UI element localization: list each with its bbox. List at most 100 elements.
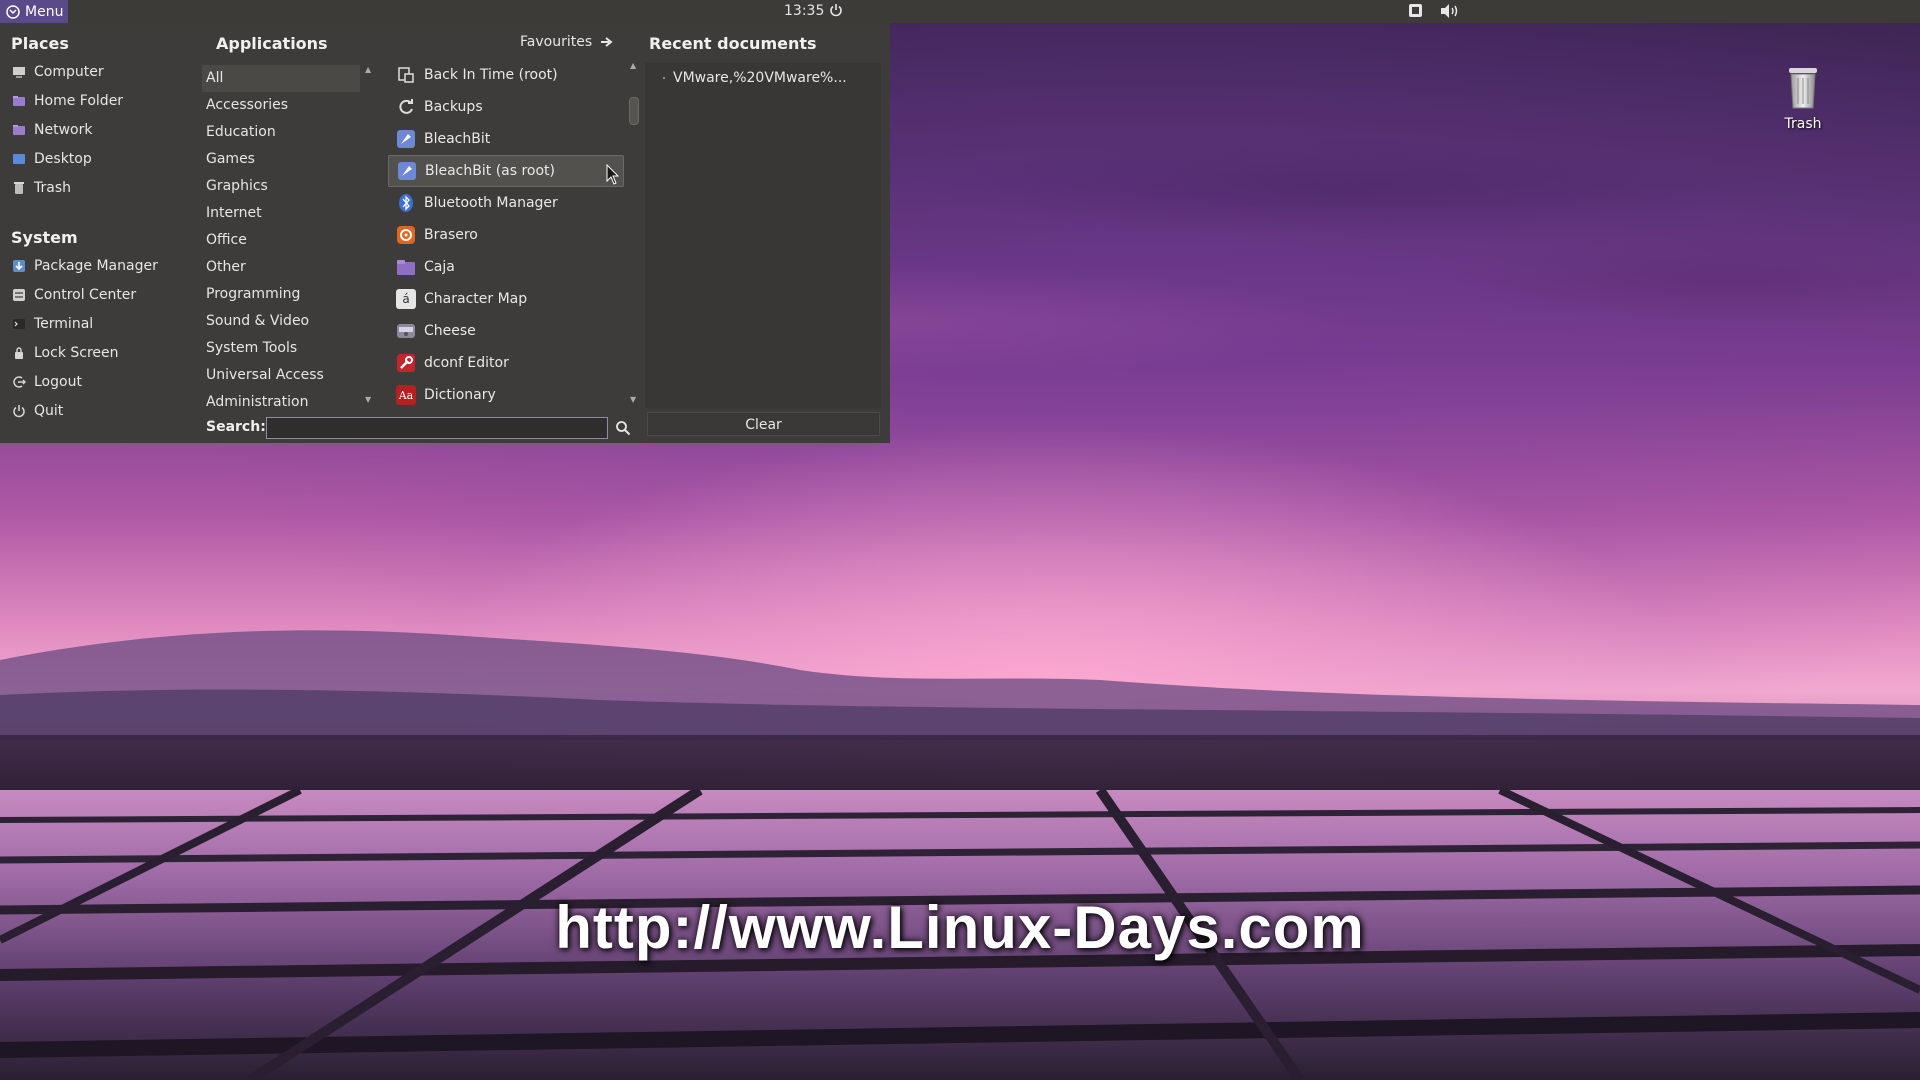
category-education[interactable]: Education: [202, 119, 360, 146]
system-item-terminal[interactable]: Terminal: [0, 309, 200, 338]
places-item-label: Trash: [34, 179, 71, 196]
category-universal-access[interactable]: Universal Access: [202, 362, 360, 389]
app-item-back-in-time[interactable]: Back In Time (root): [388, 59, 624, 91]
category-office[interactable]: Office: [202, 227, 360, 254]
back-in-time-icon: [398, 67, 414, 83]
app-item-brasero[interactable]: Brasero: [388, 219, 624, 251]
mouse-pointer-icon: [606, 164, 620, 185]
volume-icon[interactable]: [1440, 3, 1460, 19]
system-item-logout[interactable]: Logout: [0, 367, 200, 396]
top-panel: Menu 13:35: [0, 0, 1920, 23]
app-item-caja[interactable]: Caja: [388, 251, 624, 283]
application-list: Back In Time (root) Backups BleachBit Bl…: [388, 59, 624, 411]
app-item-bluetooth-manager[interactable]: Bluetooth Manager: [388, 187, 624, 219]
category-internet[interactable]: Internet: [202, 200, 360, 227]
power-icon[interactable]: [829, 3, 843, 17]
menu-button-label: Menu: [25, 3, 64, 20]
backups-icon: [399, 99, 413, 114]
recent-document-item[interactable]: VMware,%20VMware%...: [663, 70, 847, 86]
category-administration[interactable]: Administration: [202, 389, 360, 416]
arrow-right-icon: [601, 37, 613, 47]
app-item-label: Bluetooth Manager: [424, 195, 558, 211]
clock[interactable]: 13:35: [784, 3, 824, 19]
places-item-network[interactable]: Network: [0, 115, 200, 144]
screenshot-tray-icon[interactable]: [1408, 3, 1423, 18]
places-item-label: Computer: [34, 63, 104, 80]
application-scrollbar[interactable]: ▲ ▼: [628, 59, 640, 409]
system-item-lock-screen[interactable]: Lock Screen: [0, 338, 200, 367]
character-map-icon: á: [396, 289, 416, 309]
favourites-button[interactable]: Favourites: [520, 34, 614, 50]
app-item-label: Caja: [424, 259, 455, 275]
app-item-bleachbit[interactable]: BleachBit: [388, 123, 624, 155]
system-item-label: Terminal: [34, 315, 94, 332]
app-item-label: Backups: [424, 99, 483, 115]
category-all[interactable]: All: [202, 65, 360, 92]
package-manager-icon: [13, 259, 25, 272]
recent-documents-list: VMware,%20VMware%...: [645, 63, 881, 408]
control-center-icon: [13, 288, 25, 301]
category-games[interactable]: Games: [202, 146, 360, 173]
scroll-down-arrow-icon[interactable]: ▼: [630, 395, 636, 404]
wallpaper-treeline: [0, 735, 1920, 795]
cheese-icon: [397, 324, 415, 338]
system-title: System: [11, 228, 78, 247]
trash-icon: [1789, 68, 1817, 109]
app-item-label: BleachBit (as root): [425, 163, 556, 179]
places-item-label: Network: [34, 121, 93, 138]
places-item-desktop[interactable]: Desktop: [0, 144, 200, 173]
category-sound-video[interactable]: Sound & Video: [202, 308, 360, 335]
system-item-label: Quit: [34, 402, 64, 419]
system-item-label: Logout: [34, 373, 82, 390]
menu-button[interactable]: Menu: [0, 0, 68, 23]
document-icon: [663, 77, 665, 79]
app-item-label: dconf Editor: [424, 355, 509, 371]
lock-icon: [15, 346, 23, 359]
clear-recent-button[interactable]: Clear: [647, 412, 880, 436]
scrollbar-thumb[interactable]: [629, 97, 639, 125]
places-title: Places: [11, 34, 69, 53]
system-item-control-center[interactable]: Control Center: [0, 280, 200, 309]
search-icon[interactable]: [615, 420, 631, 436]
app-item-label: BleachBit: [424, 131, 491, 147]
app-item-cheese[interactable]: Cheese: [388, 315, 624, 347]
app-item-bleachbit-root[interactable]: BleachBit (as root): [388, 155, 624, 187]
system-item-package-manager[interactable]: Package Manager: [0, 251, 200, 280]
scroll-down-arrow-icon[interactable]: ▼: [365, 395, 371, 404]
app-item-label: Dictionary: [424, 387, 496, 403]
category-other[interactable]: Other: [202, 254, 360, 281]
power-icon: [13, 404, 25, 417]
recent-document-label: VMware,%20VMware%...: [673, 70, 847, 86]
search-input[interactable]: [266, 417, 608, 439]
category-accessories[interactable]: Accessories: [202, 92, 360, 119]
places-item-trash[interactable]: Trash: [0, 173, 200, 202]
desktop-trash[interactable]: Trash: [1778, 66, 1828, 132]
desktop-icon: [13, 153, 25, 164]
applications-title: Applications: [216, 34, 328, 53]
home-folder-icon: [13, 95, 25, 106]
category-system-tools[interactable]: System Tools: [202, 335, 360, 362]
system-item-label: Control Center: [34, 286, 137, 303]
watermark-url: http://www.Linux-Days.com: [555, 894, 1365, 961]
network-icon: [13, 124, 25, 135]
system-list: Package Manager Control Center Terminal …: [0, 251, 200, 425]
app-item-dconf-editor[interactable]: dconf Editor: [388, 347, 624, 379]
bleachbit-icon: [398, 162, 416, 180]
app-item-dictionary[interactable]: Aa Dictionary: [388, 379, 624, 411]
scroll-up-arrow-icon[interactable]: ▲: [365, 65, 371, 74]
category-scrollbar[interactable]: ▲ ▼: [365, 65, 371, 405]
places-item-computer[interactable]: Computer: [0, 57, 200, 86]
app-item-backups[interactable]: Backups: [388, 91, 624, 123]
system-item-quit[interactable]: Quit: [0, 396, 200, 425]
scroll-up-arrow-icon[interactable]: ▲: [630, 61, 636, 70]
desktop-trash-label: Trash: [1784, 116, 1822, 132]
wallpaper-mountains: [0, 630, 1920, 740]
app-item-character-map[interactable]: á Character Map: [388, 283, 624, 315]
logout-icon: [13, 375, 26, 388]
category-graphics[interactable]: Graphics: [202, 173, 360, 200]
places-item-home-folder[interactable]: Home Folder: [0, 86, 200, 115]
category-programming[interactable]: Programming: [202, 281, 360, 308]
app-item-label: Character Map: [424, 291, 528, 307]
places-item-label: Home Folder: [34, 92, 124, 109]
dictionary-icon: Aa: [396, 385, 416, 405]
